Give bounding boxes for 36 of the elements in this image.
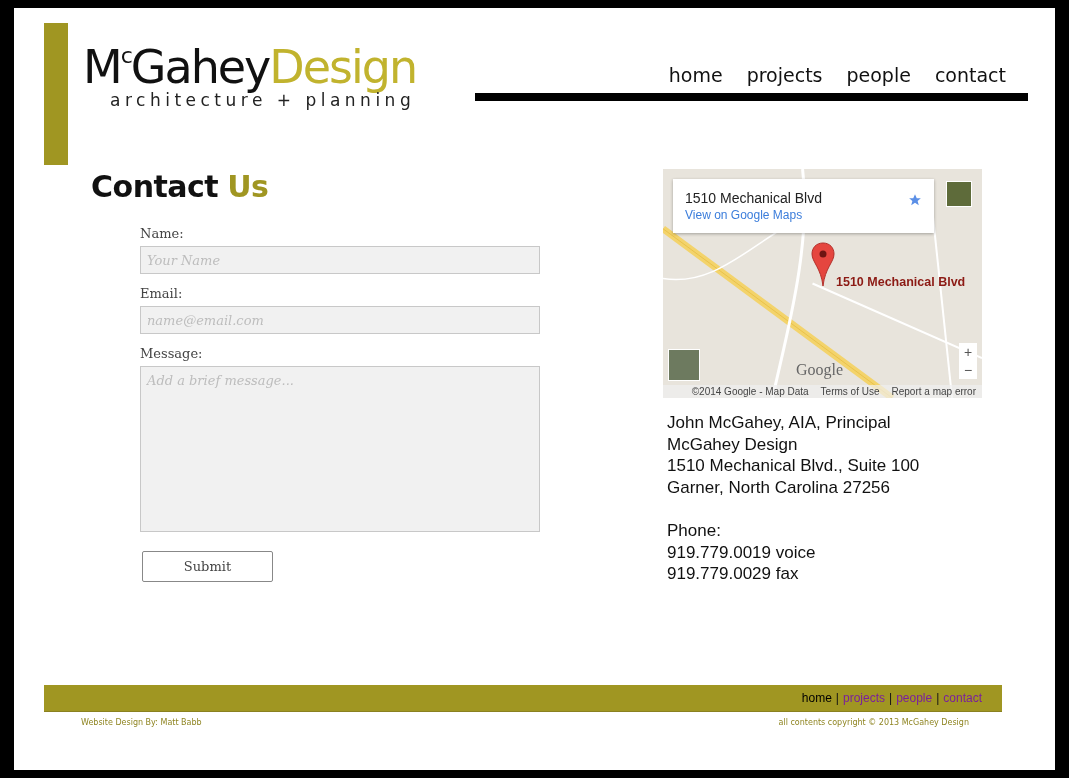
map-link[interactable]: View on Google Maps xyxy=(685,208,822,222)
satellite-thumbnail[interactable] xyxy=(668,349,700,381)
page-heading-accent: Us xyxy=(227,169,269,204)
map-link[interactable]: Terms of Use xyxy=(820,386,880,397)
nav-link[interactable]: projects xyxy=(746,61,823,89)
footer-link[interactable]: home xyxy=(801,691,832,705)
place-title: 1510 Mechanical Blvd xyxy=(685,190,822,206)
address-line: Garner, North Carolina 27256 xyxy=(667,476,892,498)
separator: | xyxy=(936,691,940,705)
separator: | xyxy=(835,691,839,705)
nav-link[interactable]: home xyxy=(668,61,723,89)
field-label: Name: xyxy=(140,225,184,243)
phone-line: Phone: xyxy=(667,520,722,542)
address-line: 1510 Mechanical Blvd., Suite 100 xyxy=(667,455,921,477)
submit-button[interactable]: Submit xyxy=(142,551,273,582)
star-icon[interactable] xyxy=(908,192,922,206)
address-line: McGahey Design xyxy=(667,433,799,455)
phone-line: 919.779.0029 fax xyxy=(667,563,800,585)
nav-link[interactable]: contact xyxy=(934,61,1006,89)
map-attribution: ©2014 Google - Map Data xyxy=(691,386,809,397)
phone-line: 919.779.0019 voice xyxy=(667,541,817,563)
field-label: Email: xyxy=(140,285,183,303)
separator: | xyxy=(889,691,893,705)
nav-link[interactable]: people xyxy=(846,61,911,89)
map-brand-logo: Google xyxy=(796,361,844,379)
field-label: Message: xyxy=(140,345,203,363)
copyright-text: all contents copyright © 2013 McGahey Design xyxy=(778,718,969,727)
design-credit: Website Design By: Matt Babb xyxy=(81,718,202,727)
pin-label: 1510 Mechanical Blvd xyxy=(836,275,966,289)
logo-wordmark-accent: Design xyxy=(269,40,417,94)
logo-wordmark: M$^{c}$Gahey xyxy=(83,40,270,94)
address-line: John McGahey, AIA, Principal xyxy=(667,412,892,434)
street-view-thumbnail[interactable] xyxy=(946,181,972,207)
map-link[interactable]: Report a map error xyxy=(891,386,976,397)
map-pin-icon xyxy=(811,242,835,288)
page-heading: Contact xyxy=(91,169,219,204)
